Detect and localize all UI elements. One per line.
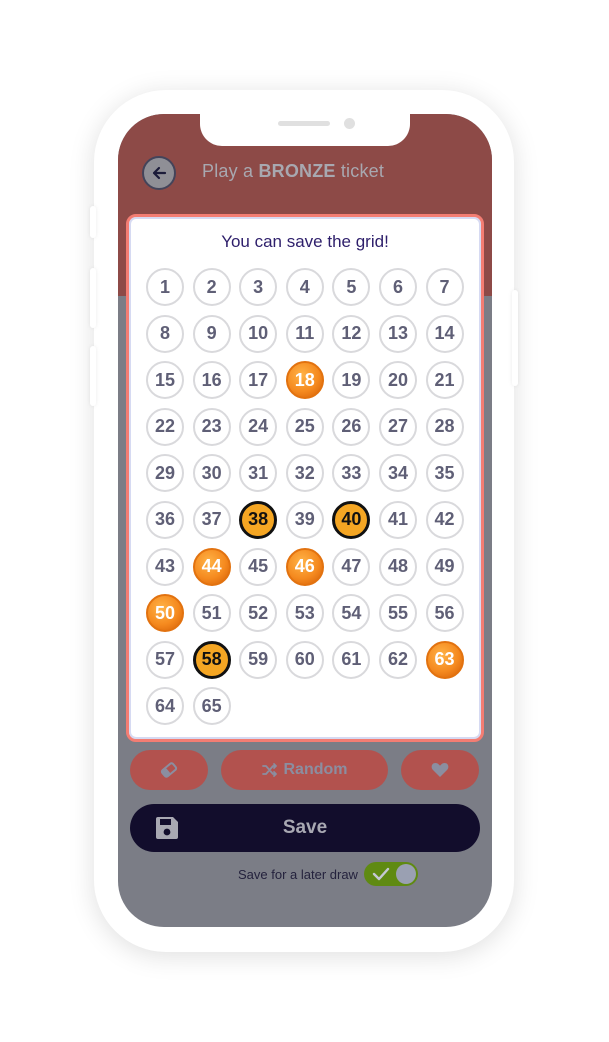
number-ball[interactable]: 48 [378,547,417,586]
page-title: Play a BRONZE ticket [202,161,384,182]
number-ball[interactable]: 6 [378,268,417,306]
page-title-prefix: Play a [202,161,259,181]
number-ball[interactable]: 13 [378,314,417,353]
number-ball[interactable]: 58 [192,640,231,679]
number-ball[interactable]: 57 [146,640,184,679]
checkmark-icon [372,867,390,881]
number-ball[interactable]: 42 [425,500,464,539]
number-ball[interactable]: 21 [425,361,464,400]
number-grid-card: You can save the grid! 1 2 3 4 5 6 7 8 9 10 11 12 13… [126,214,484,742]
number-ball[interactable]: 16 [192,361,231,400]
number-ball[interactable]: 51 [192,594,231,633]
number-ball[interactable]: 45 [239,547,278,586]
number-ball[interactable]: 22 [146,407,184,446]
number-ball[interactable]: 65 [192,687,231,726]
save-later-toggle[interactable] [363,862,418,886]
number-ball[interactable]: 20 [378,361,417,400]
number-ball[interactable]: 52 [239,594,278,633]
clear-grid-button[interactable] [130,750,208,790]
save-later-label: Save for a later draw [238,866,358,882]
phone-side-button-volume-down [90,346,96,406]
number-ball[interactable]: 40 [332,500,371,539]
number-ball[interactable]: 49 [425,547,464,586]
toggle-knob [395,864,416,884]
number-ball[interactable]: 55 [378,594,417,633]
number-ball[interactable]: 32 [285,454,324,493]
number-ball[interactable]: 64 [146,687,184,726]
number-ball[interactable]: 2 [192,268,231,306]
back-button[interactable] [142,156,176,190]
number-ball[interactable]: 60 [285,640,324,679]
phone-notch [200,114,410,146]
number-ball[interactable]: 18 [285,361,324,400]
number-ball[interactable]: 33 [332,454,371,493]
number-grid: 1 2 3 4 5 6 7 8 9 10 11 12 13 14 15 16 17 18 19 20 21 22 23 24 2… [146,268,472,726]
number-ball[interactable]: 26 [332,407,371,446]
number-ball[interactable]: 63 [425,640,464,679]
number-ball[interactable]: 56 [425,594,464,633]
number-ball[interactable]: 53 [285,594,324,633]
arrow-left-icon [152,166,167,180]
number-ball[interactable]: 59 [239,640,278,679]
number-ball[interactable]: 31 [239,454,278,493]
save-button-label: Save [282,817,328,838]
phone-side-button-mute [90,206,96,238]
number-ball[interactable]: 15 [146,361,184,400]
save-button[interactable]: Save [130,804,480,852]
number-ball[interactable]: 43 [146,547,184,586]
number-ball[interactable]: 7 [425,268,464,306]
number-ball[interactable]: 8 [146,314,184,353]
number-ball[interactable]: 34 [378,454,417,493]
number-ball[interactable]: 47 [332,547,371,586]
number-ball[interactable]: 12 [332,314,371,353]
number-ball[interactable]: 37 [192,500,231,539]
number-ball[interactable]: 41 [378,500,417,539]
phone-side-button-volume-up [90,268,96,328]
number-ball[interactable]: 11 [285,314,324,353]
floppy-disk-icon [156,817,178,839]
page-title-suffix: ticket [335,161,385,181]
number-ball[interactable]: 28 [425,407,464,446]
number-ball[interactable]: 38 [239,500,278,539]
number-ball[interactable]: 62 [378,640,417,679]
favorite-button[interactable] [401,750,479,790]
number-ball[interactable]: 9 [192,314,231,353]
number-ball[interactable]: 19 [332,361,371,400]
number-ball[interactable]: 24 [239,407,278,446]
number-ball[interactable]: 30 [192,454,231,493]
heart-icon [431,763,449,777]
number-ball[interactable]: 14 [425,314,464,353]
random-button-label: Random [283,761,348,778]
number-ball[interactable]: 44 [192,547,231,586]
number-ball[interactable]: 36 [146,500,184,539]
number-ball[interactable]: 54 [332,594,371,633]
phone-screen: Play a BRONZE ticket You can save the gr… [118,114,492,927]
number-ball[interactable]: 39 [285,500,324,539]
number-ball[interactable]: 29 [146,454,184,493]
grid-message: You can save the grid! [221,232,389,251]
number-ball[interactable]: 61 [332,640,371,679]
grid-action-buttons: Random [130,750,480,790]
number-ball[interactable]: 4 [285,268,324,306]
number-ball[interactable]: 23 [192,407,231,446]
shuffle-icon [261,763,277,777]
number-ball[interactable]: 25 [285,407,324,446]
eraser-icon [160,762,178,778]
number-ball[interactable]: 3 [239,268,278,306]
number-ball[interactable]: 17 [239,361,278,400]
phone-side-button-power [512,290,518,386]
number-ball[interactable]: 27 [378,407,417,446]
number-ball[interactable]: 10 [239,314,278,353]
number-ball[interactable]: 50 [146,594,184,633]
number-ball[interactable]: 46 [285,547,324,586]
front-camera [344,118,355,129]
save-later-row: Save for a later draw [238,862,418,886]
random-button[interactable]: Random [221,750,388,790]
number-ball[interactable]: 5 [332,268,371,306]
number-ball[interactable]: 1 [146,268,184,306]
speaker-grille [278,121,330,126]
number-ball[interactable]: 35 [425,454,464,493]
page-title-ticket-type: BRONZE [258,161,336,181]
